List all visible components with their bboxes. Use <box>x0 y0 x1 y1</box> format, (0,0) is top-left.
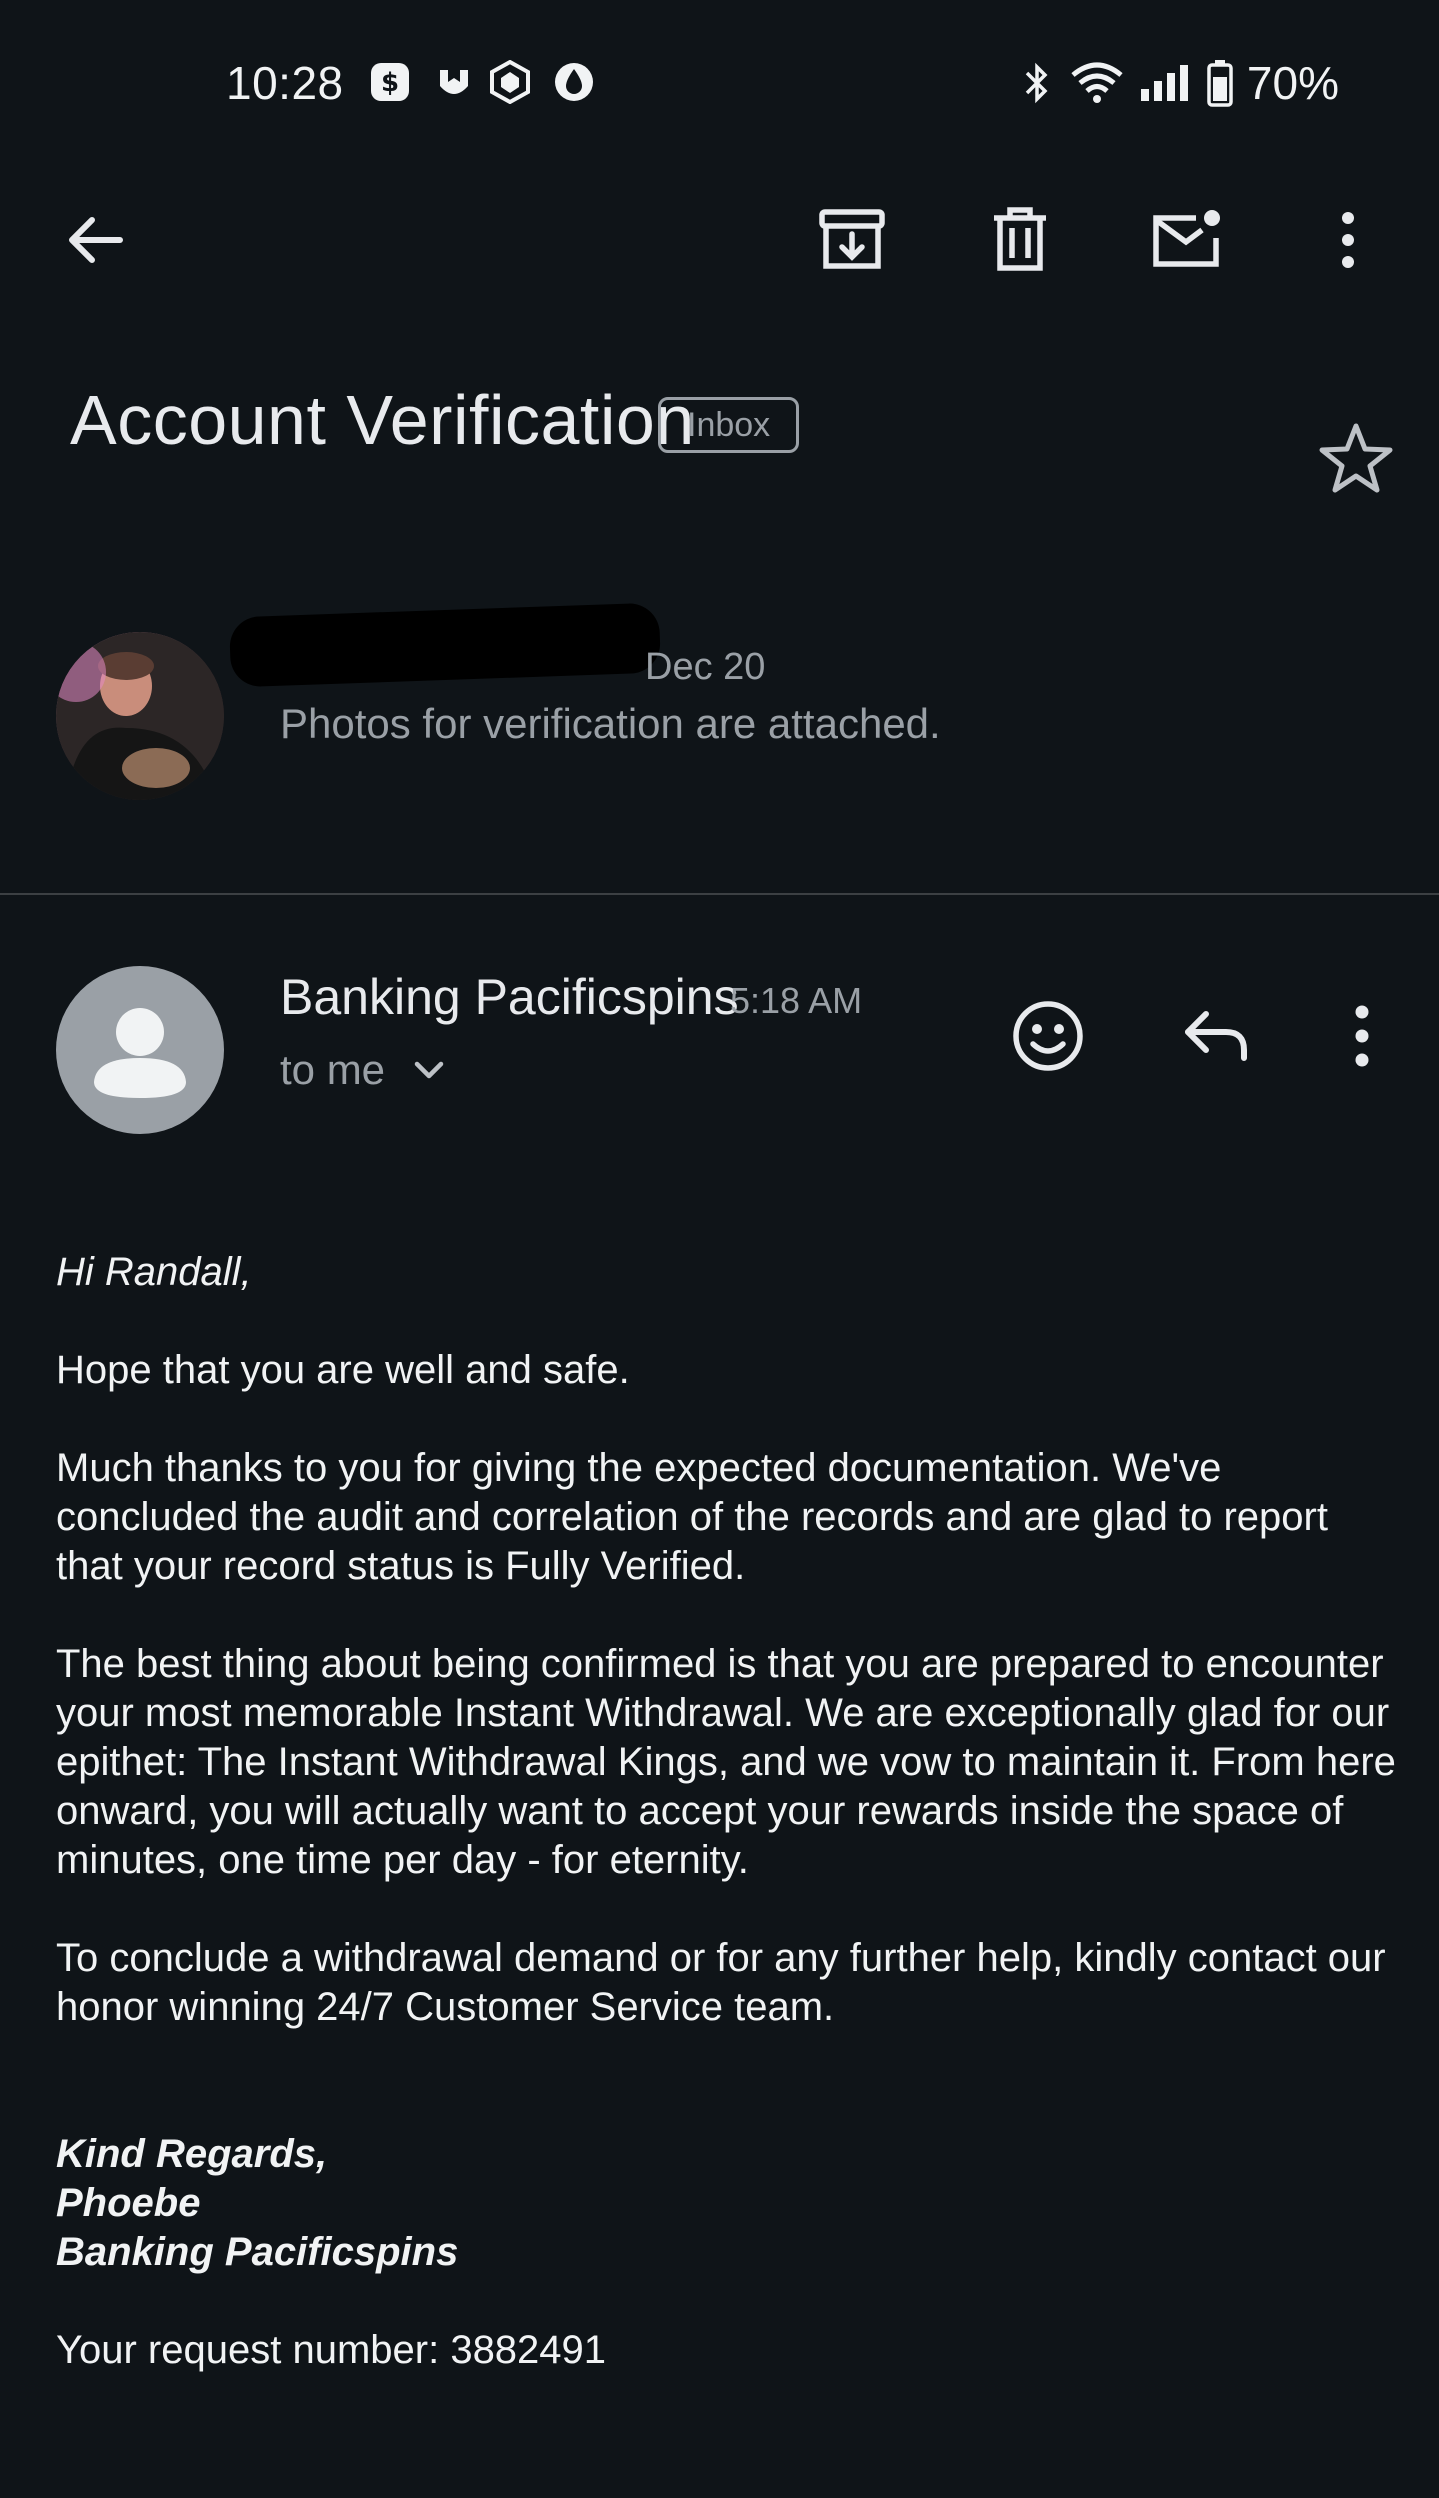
inbox-label-text: Inbox <box>687 405 771 444</box>
message-time: 5:18 AM <box>730 980 863 1021</box>
recipient-text: to me <box>280 1046 386 1093</box>
signature-line: Banking Pacificspins <box>56 2230 459 2274</box>
body-paragraph: Hope that you are well and safe. <box>56 1348 630 1392</box>
body-paragraph: Much thanks to you for giving the expect… <box>56 1446 1328 1588</box>
status-time: 10:28 <box>226 57 344 109</box>
emoji-reaction-icon[interactable] <box>1008 996 1088 1076</box>
svg-text:$: $ <box>381 68 399 98</box>
wifi-icon <box>1069 61 1125 105</box>
drop-app-icon <box>552 60 596 104</box>
prev-message-date: Dec 20 <box>645 646 766 688</box>
signature-line: Phoebe <box>56 2181 201 2225</box>
redacted-sender <box>228 602 662 688</box>
battery-icon <box>1207 59 1233 107</box>
message-more-icon[interactable] <box>1322 996 1402 1076</box>
sender-avatar-photo <box>56 632 224 800</box>
archive-icon[interactable] <box>816 204 888 276</box>
sender-avatar-default[interactable] <box>56 966 224 1134</box>
crypto-app-icon <box>488 59 532 105</box>
status-right: 70% <box>1019 56 1339 110</box>
signal-icon <box>1139 61 1193 105</box>
sender-name: Banking Pacificspins <box>280 969 739 1025</box>
shield-app-icon <box>432 60 476 104</box>
signature-line: Kind Regards, <box>56 2132 328 2176</box>
delete-icon[interactable] <box>984 204 1056 276</box>
inbox-label-chip[interactable]: Inbox <box>658 397 800 453</box>
body-paragraph: To conclude a withdrawal demand or for a… <box>56 1936 1386 2029</box>
request-number: Your request number: 3882491 <box>56 2328 607 2372</box>
star-icon[interactable] <box>1318 420 1394 496</box>
body-paragraph: The best thing about being confirmed is … <box>56 1642 1396 1882</box>
message-body: Hi Randall, Hope that you are well and s… <box>56 1248 1396 2375</box>
bluetooth-icon <box>1019 61 1055 105</box>
chevron-down-icon <box>409 1050 449 1090</box>
more-vert-icon[interactable] <box>1312 204 1384 276</box>
greeting: Hi Randall, <box>56 1250 252 1294</box>
mark-unread-icon[interactable] <box>1150 204 1222 276</box>
reply-icon[interactable] <box>1176 996 1256 1076</box>
recipient-details-toggle[interactable]: to me <box>280 1046 449 1094</box>
back-arrow-icon[interactable] <box>60 204 132 276</box>
email-subject: Account Verification <box>70 381 695 459</box>
battery-percent: 70% <box>1246 57 1339 109</box>
prev-message-snippet: Photos for verification are attached. <box>280 700 941 747</box>
cash-app-icon: $ <box>368 60 412 104</box>
message-divider <box>0 893 1439 895</box>
